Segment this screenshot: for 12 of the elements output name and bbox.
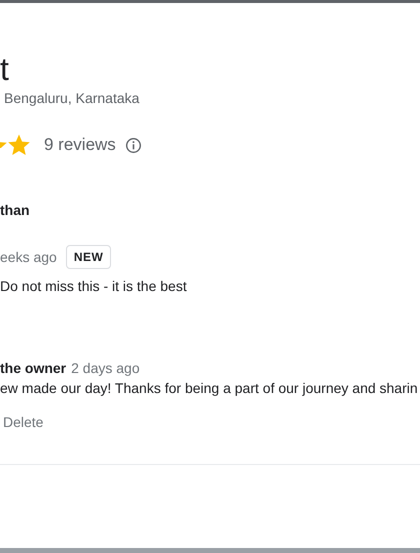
info-icon[interactable] [124, 136, 142, 154]
review-time: eeks ago [0, 249, 57, 265]
reply-text: ew made our day! Thanks for being a part of our journey and sharin [0, 380, 419, 396]
reply-author: the owner [0, 360, 66, 376]
reply-time: 2 days ago [71, 360, 140, 376]
new-badge: NEW [66, 245, 112, 269]
reviewer-name: than [0, 202, 31, 218]
review-count[interactable]: 9 reviews [44, 135, 116, 155]
review-text: Do not miss this - it is the best [0, 278, 188, 294]
place-title: t [0, 50, 10, 88]
delete-button[interactable]: Delete [0, 414, 44, 430]
place-address: Bengaluru, Karnataka [3, 90, 140, 106]
